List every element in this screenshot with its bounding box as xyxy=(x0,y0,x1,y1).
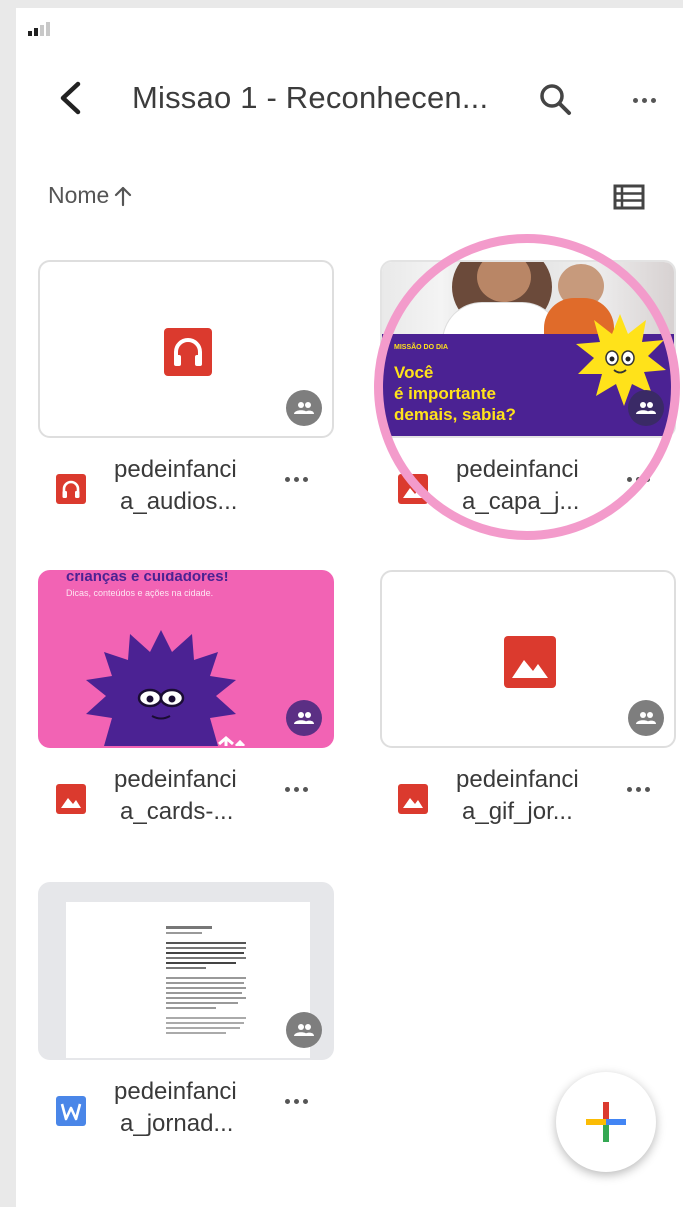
plus-multicolor-icon xyxy=(586,1102,626,1142)
more-horizontal-icon xyxy=(626,476,632,482)
file-more-button[interactable] xyxy=(278,1086,314,1116)
file-thumbnail[interactable]: MISSÃO DO DIA Você é importante demais, … xyxy=(380,260,676,438)
chevron-left-icon xyxy=(60,81,81,115)
more-horizontal-icon xyxy=(632,97,638,103)
file-name: pedeinfanci a_audios... xyxy=(114,456,238,515)
more-horizontal-icon xyxy=(284,1098,290,1104)
file-more-button[interactable] xyxy=(278,774,314,804)
file-card[interactable]: pedeinfanci a_audios... xyxy=(38,260,334,528)
file-more-button[interactable] xyxy=(278,464,314,494)
thumb-subtitle: Dicas, conteúdos e ações na cidade. xyxy=(66,588,214,598)
file-card[interactable]: pedeinfanci a_jornad... xyxy=(38,882,334,1150)
signal-strength-icon xyxy=(28,22,50,36)
more-horizontal-icon xyxy=(284,476,290,482)
arrow-up-icon xyxy=(115,186,132,206)
shared-people-icon xyxy=(628,700,664,736)
sort-by-name-button[interactable]: Nome xyxy=(48,182,133,209)
drive-folder-screen: Missao 1 - Reconhecen... Nome pedeinfanc… xyxy=(16,8,683,1207)
file-meta: pedeinfanci a_jornad... xyxy=(38,1072,334,1150)
image-icon xyxy=(398,474,428,504)
file-more-button[interactable] xyxy=(620,774,656,804)
shared-people-icon xyxy=(286,1012,322,1048)
file-card[interactable]: crianças e cuidadores! Dicas, conteúdos … xyxy=(38,570,334,838)
shared-people-icon xyxy=(286,390,322,426)
search-button[interactable] xyxy=(536,80,576,120)
file-card[interactable]: pedeinfanci a_gif_jor... xyxy=(380,570,676,838)
file-name: pedeinfanci a_cards-... xyxy=(114,766,237,825)
new-file-fab-button[interactable] xyxy=(556,1072,656,1172)
top-app-bar: Missao 1 - Reconhecen... xyxy=(16,68,683,132)
word-doc-icon xyxy=(56,1096,86,1126)
more-horizontal-icon xyxy=(284,786,290,792)
file-card[interactable]: MISSÃO DO DIA Você é importante demais, … xyxy=(380,260,676,528)
file-name: pedeinfanci a_gif_jor... xyxy=(456,766,579,825)
file-meta: pedeinfanci a_capa_j... xyxy=(380,450,676,528)
document-page-preview xyxy=(66,902,310,1058)
file-thumbnail[interactable] xyxy=(38,882,334,1060)
image-icon xyxy=(398,784,428,814)
file-thumbnail[interactable] xyxy=(38,260,334,438)
file-more-button[interactable] xyxy=(620,464,656,494)
thumb-heading: crianças e cuidadores! xyxy=(66,570,229,585)
shared-people-icon xyxy=(628,390,664,426)
file-meta: pedeinfanci a_cards-... xyxy=(38,760,334,838)
shared-people-icon xyxy=(286,700,322,736)
list-view-icon xyxy=(613,184,645,210)
file-meta: pedeinfanci a_gif_jor... xyxy=(380,760,676,838)
more-horizontal-icon xyxy=(626,786,632,792)
image-icon xyxy=(504,636,556,688)
more-options-button[interactable] xyxy=(624,82,664,118)
sort-bar: Nome xyxy=(16,178,683,218)
file-thumbnail[interactable] xyxy=(380,570,676,748)
file-name: pedeinfanci a_jornad... xyxy=(114,1078,237,1137)
sparkle-icon xyxy=(218,736,246,746)
file-thumbnail[interactable]: crianças e cuidadores! Dicas, conteúdos … xyxy=(38,570,334,748)
sort-label: Nome xyxy=(48,182,110,208)
image-icon xyxy=(56,784,86,814)
folder-title: Missao 1 - Reconhecen... xyxy=(132,80,489,115)
back-button[interactable] xyxy=(50,78,90,118)
file-meta: pedeinfanci a_audios... xyxy=(38,450,334,528)
headphones-icon xyxy=(164,328,212,376)
headphones-icon xyxy=(56,474,86,504)
file-name: pedeinfanci a_capa_j... xyxy=(456,456,580,515)
list-view-toggle[interactable] xyxy=(612,182,646,212)
search-icon xyxy=(540,84,571,115)
